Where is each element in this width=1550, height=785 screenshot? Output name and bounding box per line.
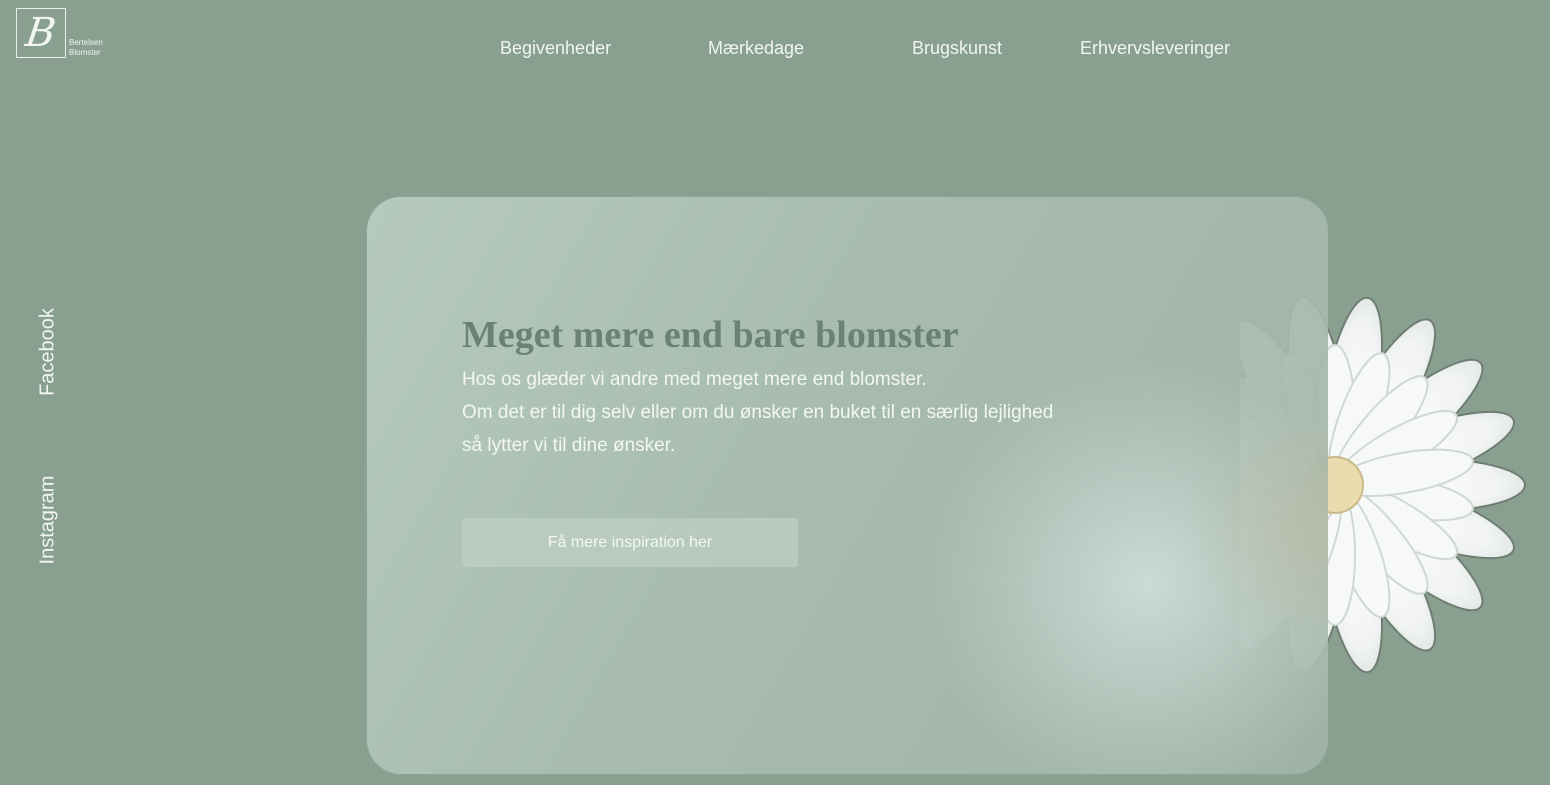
- nav-item-maerkedage[interactable]: Mærkedage: [708, 38, 804, 59]
- nav-item-brugskunst[interactable]: Brugskunst: [912, 38, 1002, 59]
- main-navigation: Begivenheder Mærkedage Brugskunst Erhver…: [0, 38, 1550, 68]
- hero-line-3: så lytter vi til dine ønsker.: [462, 435, 676, 456]
- hero-card: Meget mere end bare blomster Hos os glæd…: [367, 197, 1328, 774]
- hero-line-2: Om det er til dig selv eller om du ønske…: [462, 402, 1054, 423]
- facebook-link[interactable]: Facebook: [37, 308, 60, 396]
- card-glow-warm: [1147, 397, 1328, 657]
- hero-description: Hos os glæder vi andre med meget mere en…: [462, 363, 1053, 462]
- hero-title: Meget mere end bare blomster: [462, 314, 959, 356]
- page: B Bertelsen Blomster Begivenheder Mærked…: [0, 0, 1550, 785]
- inspiration-button[interactable]: Få mere inspiration her: [462, 518, 798, 567]
- nav-item-begivenheder[interactable]: Begivenheder: [500, 38, 611, 59]
- hero-line-1: Hos os glæder vi andre med meget mere en…: [462, 369, 927, 390]
- instagram-link[interactable]: Instagram: [37, 476, 60, 565]
- nav-item-erhvervsleveringer[interactable]: Erhvervsleveringer: [1080, 38, 1230, 59]
